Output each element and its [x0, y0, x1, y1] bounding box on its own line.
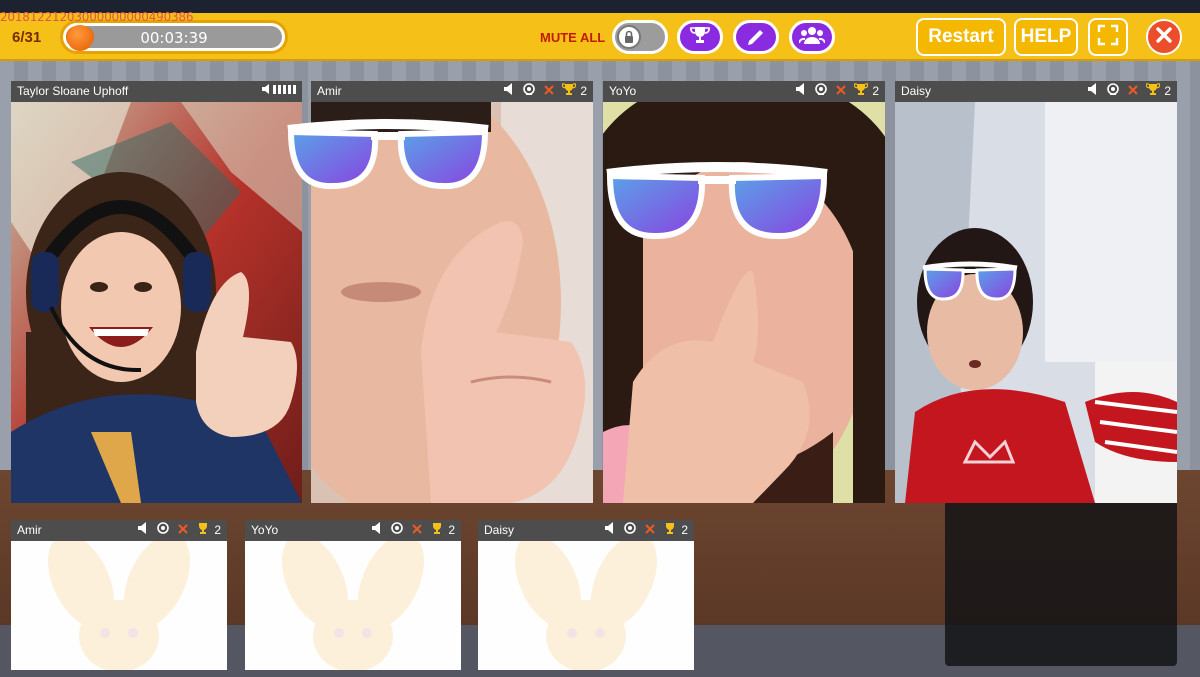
- speaker-icon[interactable]: [504, 81, 514, 102]
- tile-header: Amir 2: [11, 520, 227, 541]
- restart-button[interactable]: Restart: [916, 18, 1006, 56]
- remove-icon[interactable]: [178, 520, 189, 541]
- close-icon: [1155, 26, 1173, 49]
- help-button[interactable]: HELP: [1014, 18, 1078, 56]
- group-icon: [798, 25, 826, 50]
- lock-icon: [617, 25, 641, 49]
- participant-name: Amir: [17, 523, 42, 537]
- speaker-icon[interactable]: [372, 520, 382, 541]
- pencil-icon: [745, 25, 767, 50]
- participant-name: Daisy: [484, 523, 515, 537]
- fullscreen-button[interactable]: [1088, 18, 1128, 56]
- student-slot-tile[interactable]: YoYo 2: [245, 520, 461, 670]
- camera-icon[interactable]: [1106, 81, 1120, 102]
- trophy-icon[interactable]: [1145, 81, 1161, 102]
- tile-header: Daisy 2: [478, 520, 694, 541]
- trophy-icon[interactable]: [853, 81, 869, 102]
- participant-name: Taylor Sloane Uphoff: [17, 84, 129, 98]
- trophy-icon[interactable]: [561, 81, 577, 102]
- trophy-icon: [689, 25, 711, 50]
- mute-all-label: MUTE ALL: [540, 30, 606, 45]
- camera-icon[interactable]: [522, 81, 536, 102]
- tile-header: YoYo 2: [603, 81, 885, 102]
- remove-icon[interactable]: [645, 520, 656, 541]
- trophy-count: 2: [448, 523, 455, 537]
- signal-strength-icon: [262, 81, 296, 102]
- students-button[interactable]: [789, 20, 835, 54]
- sunglasses-sticker: [922, 261, 1018, 301]
- tile-header: YoYo 2: [245, 520, 461, 541]
- camera-icon[interactable]: [623, 520, 637, 541]
- elapsed-time: 00:03:39: [140, 29, 208, 47]
- participant-name: YoYo: [609, 84, 637, 98]
- camera-icon[interactable]: [390, 520, 404, 541]
- speaker-icon[interactable]: [796, 81, 806, 102]
- remove-icon[interactable]: [1128, 81, 1139, 102]
- page-counter: 6/31: [12, 29, 42, 46]
- tile-header: Daisy 2: [895, 81, 1177, 102]
- student-slot-tile[interactable]: Daisy 2: [478, 520, 694, 670]
- trophy-icon[interactable]: [196, 520, 210, 541]
- camera-icon[interactable]: [156, 520, 170, 541]
- student-video-tile[interactable]: YoYo 2: [603, 81, 885, 503]
- lesson-progress-bar[interactable]: 00:03:39: [60, 20, 288, 54]
- teacher-panel: [945, 500, 1177, 666]
- trophy-count: 2: [214, 523, 221, 537]
- speaker-icon[interactable]: [605, 520, 615, 541]
- remove-icon[interactable]: [544, 81, 555, 102]
- sunglasses-sticker: [606, 162, 828, 240]
- tile-header: Taylor Sloane Uphoff: [11, 81, 302, 102]
- participant-name: Daisy: [901, 84, 932, 98]
- camera-icon[interactable]: [814, 81, 828, 102]
- trophy-count: 2: [681, 523, 688, 537]
- close-button[interactable]: [1146, 19, 1182, 55]
- tile-header: Amir 2: [311, 81, 593, 102]
- remove-icon[interactable]: [412, 520, 423, 541]
- trophy-button[interactable]: [677, 20, 723, 54]
- student-slot-tile[interactable]: Amir 2: [11, 520, 227, 670]
- bunny-placeholder: [478, 534, 694, 670]
- bunny-placeholder: [245, 534, 461, 670]
- draw-button[interactable]: [733, 20, 779, 54]
- participant-name: Amir: [317, 84, 342, 98]
- teacher-video: [11, 102, 302, 503]
- remove-icon[interactable]: [836, 81, 847, 102]
- fullscreen-icon: [1096, 23, 1120, 52]
- trophy-count: 2: [580, 84, 587, 98]
- participant-name: YoYo: [251, 523, 279, 537]
- trophy-count: 2: [872, 84, 879, 98]
- mute-all-toggle[interactable]: [612, 20, 668, 54]
- sunglasses-sticker: [287, 119, 489, 190]
- speaker-icon[interactable]: [1088, 81, 1098, 102]
- teacher-video-tile[interactable]: Taylor Sloane Uphoff: [11, 81, 302, 503]
- bunny-placeholder: [11, 534, 227, 670]
- trophy-count: 2: [1164, 84, 1171, 98]
- trophy-icon[interactable]: [430, 520, 444, 541]
- trophy-icon[interactable]: [663, 520, 677, 541]
- speaker-icon[interactable]: [138, 520, 148, 541]
- session-id: 20181221203000000000490386: [0, 10, 194, 24]
